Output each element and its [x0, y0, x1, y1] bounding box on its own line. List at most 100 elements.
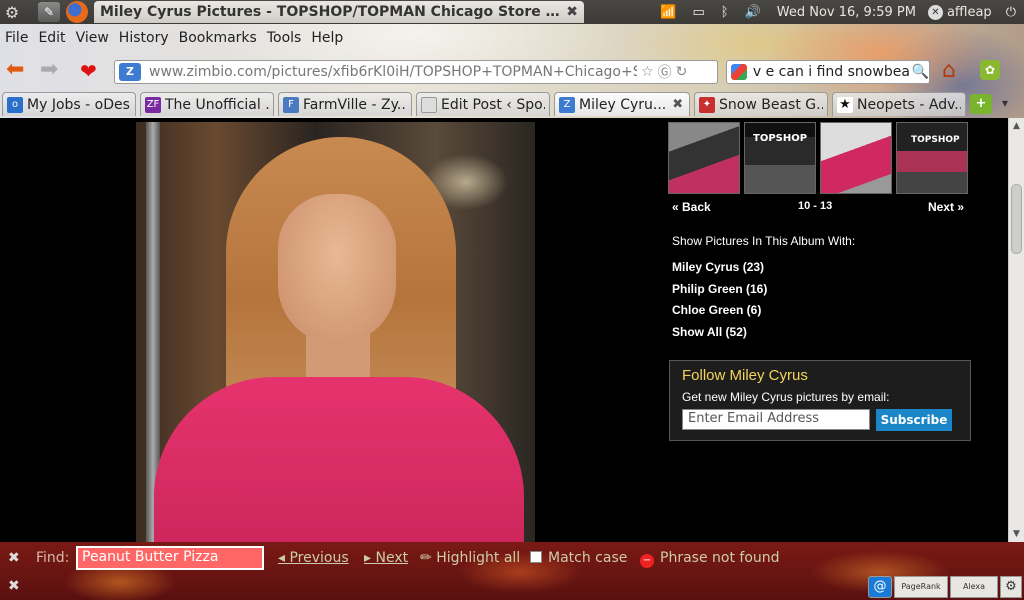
search-icon[interactable]: 🔍	[912, 64, 929, 80]
tab-neopets[interactable]: ★ Neopets - Adv...	[832, 92, 966, 116]
zimbio-site-icon[interactable]: Z	[119, 63, 141, 81]
pager-next-link[interactable]: Next »	[928, 200, 964, 214]
navigation-toolbar: ⬅ ➡ ❤ Z www.zimbio.com/pictures/xfib6rKl…	[0, 54, 1024, 88]
volume-icon[interactable]: 🔊	[737, 5, 769, 20]
tab-odesk[interactable]: o My Jobs - oDesk	[2, 92, 136, 116]
back-arrow-icon[interactable]: ⬅	[6, 59, 32, 83]
alexa-widget[interactable]: Alexa	[950, 576, 998, 598]
filter-link[interactable]: Chloe Green (6)	[672, 303, 855, 325]
main-photo[interactable]	[136, 122, 535, 542]
search-bar[interactable]: v e can i find snowbeast 🔍	[726, 60, 930, 84]
thumbnail[interactable]	[744, 122, 816, 194]
find-status: − Phrase not found	[640, 550, 780, 568]
tab-edit-post[interactable]: Edit Post ‹ Spo...	[416, 92, 550, 116]
go-icon[interactable]: Ⓖ	[658, 62, 672, 82]
browser-chrome: File Edit View History Bookmarks Tools H…	[0, 24, 1024, 118]
url-bar[interactable]: Z www.zimbio.com/pictures/xfib6rKl0iH/TO…	[114, 60, 718, 84]
home-icon[interactable]: ⌂	[942, 58, 956, 83]
heart-icon[interactable]: ❤	[80, 59, 97, 83]
match-case-checkbox[interactable]: Match case	[530, 550, 627, 566]
pager-back-link[interactable]: « Back	[672, 200, 711, 214]
find-previous-button[interactable]: ◂ Previous	[278, 550, 349, 566]
odesk-icon: o	[7, 96, 23, 113]
menu-bookmarks[interactable]: Bookmarks	[174, 30, 262, 46]
pagerank-widget[interactable]: PageRank	[894, 576, 948, 598]
tab-miley-cyrus[interactable]: Z Miley Cyru... ✖	[554, 92, 690, 116]
new-tab-icon[interactable]: +	[970, 94, 992, 114]
menu-history[interactable]: History	[114, 30, 174, 46]
highlight-all-button[interactable]: ✏ Highlight all	[420, 550, 520, 566]
scroll-up-icon[interactable]: ▲	[1009, 118, 1024, 134]
thumbnail[interactable]	[668, 122, 740, 194]
battery-icon[interactable]: ▭	[684, 5, 712, 20]
bluetooth-icon[interactable]: ᛒ	[713, 5, 737, 20]
menu-help[interactable]: Help	[306, 30, 348, 46]
email-field[interactable]: Enter Email Address	[682, 409, 870, 430]
bookmark-star-icon[interactable]: ☆	[641, 64, 654, 80]
wifi-icon[interactable]: 📶	[652, 5, 684, 20]
snowbeast-icon: ✦	[699, 96, 715, 113]
system-panel: ⚙ ✎ Miley Cyrus Pictures - TOPSHOP/TOPMA…	[0, 0, 1024, 24]
farmville-icon: F	[283, 96, 299, 113]
window-title: Miley Cyrus Pictures - TOPSHOP/TOPMAN Ch…	[100, 4, 561, 20]
forward-arrow-icon[interactable]: ➡	[40, 59, 66, 83]
follow-heading: Follow Miley Cyrus	[682, 367, 808, 384]
filter-link[interactable]: Show All (52)	[672, 325, 855, 347]
star-icon: ★	[837, 96, 853, 113]
album-filter: Show Pictures In This Album With: Miley …	[672, 234, 855, 346]
thumbnail[interactable]	[896, 122, 968, 194]
at-addon-icon[interactable]: @	[868, 576, 892, 598]
reload-icon[interactable]: ↻	[676, 64, 688, 80]
tab-unofficial[interactable]: ZF The Unofficial ...	[140, 92, 274, 116]
filter-link[interactable]: Philip Green (16)	[672, 282, 855, 304]
menu-view[interactable]: View	[71, 30, 114, 46]
thumbnail[interactable]	[820, 122, 892, 194]
scroll-down-icon[interactable]: ▼	[1009, 526, 1024, 542]
thumbnail-pager: « Back 10 - 13 Next »	[668, 200, 966, 218]
page-content: « Back 10 - 13 Next » Show Pictures In T…	[0, 118, 1008, 542]
find-label: Find:	[36, 550, 70, 566]
find-next-button[interactable]: ▸ Next	[364, 550, 408, 566]
editor-launcher-icon[interactable]: ✎	[38, 2, 60, 22]
page-scrollbar[interactable]: ▲ ▼	[1008, 118, 1024, 542]
window-title-bar[interactable]: Miley Cyrus Pictures - TOPSHOP/TOPMAN Ch…	[94, 1, 584, 23]
tab-list-chevron-icon[interactable]: ▾	[1002, 96, 1008, 110]
scroll-thumb[interactable]	[1011, 184, 1022, 254]
menu-file[interactable]: File	[0, 30, 33, 46]
pager-range: 10 - 13	[798, 200, 833, 212]
follow-subtext: Get new Miley Cyrus pictures by email:	[682, 390, 890, 404]
page-icon	[421, 96, 437, 113]
close-find-icon[interactable]: ✖	[8, 550, 20, 566]
zimbio-icon: Z	[559, 96, 575, 113]
url-text[interactable]: www.zimbio.com/pictures/xfib6rKl0iH/TOPS…	[149, 64, 637, 80]
follow-box: Follow Miley Cyrus Get new Miley Cyrus p…	[669, 360, 971, 441]
ubuntu-logo-icon[interactable]: ⚙	[0, 0, 24, 24]
close-statusbar-icon[interactable]: ✖	[8, 578, 20, 594]
tab-bar: o My Jobs - oDesk ZF The Unofficial ... …	[0, 92, 1024, 116]
firefox-icon[interactable]	[66, 1, 88, 23]
tab-snow-beast[interactable]: ✦ Snow Beast G...	[694, 92, 828, 116]
checkbox-icon[interactable]	[530, 551, 542, 563]
username[interactable]: affleap	[943, 5, 998, 20]
tab-farmville[interactable]: F FarmVille - Zy...	[278, 92, 412, 116]
system-tray: 📶 ▭ ᛒ 🔊 Wed Nov 16, 9:59 PM ✕ affleap ⏻	[652, 0, 1024, 24]
search-input[interactable]: v e can i find snowbeast	[753, 64, 910, 80]
find-input[interactable]: Peanut Butter Pizza	[76, 546, 264, 570]
close-window-icon[interactable]: ✖	[566, 4, 578, 20]
zf-icon: ZF	[145, 96, 161, 113]
menu-tools[interactable]: Tools	[262, 30, 307, 46]
clock[interactable]: Wed Nov 16, 9:59 PM	[769, 5, 924, 20]
addon-icon[interactable]: ✿	[980, 60, 1000, 80]
stop-icon: −	[640, 554, 654, 568]
settings-gear-icon[interactable]: ⚙	[1000, 576, 1022, 598]
filter-link[interactable]: Miley Cyrus (23)	[672, 260, 855, 282]
thumbnail-strip	[668, 122, 968, 194]
google-icon[interactable]	[731, 64, 747, 80]
subscribe-button[interactable]: Subscribe	[876, 409, 952, 431]
power-icon[interactable]: ⏻	[998, 5, 1024, 20]
find-bar: ✖ Find: Peanut Butter Pizza ◂ Previous ▸…	[0, 542, 1024, 600]
close-tab-icon[interactable]: ✖	[672, 97, 683, 112]
menu-edit[interactable]: Edit	[33, 30, 70, 46]
filter-title: Show Pictures In This Album With:	[672, 234, 856, 248]
user-status-icon[interactable]: ✕	[927, 4, 943, 20]
